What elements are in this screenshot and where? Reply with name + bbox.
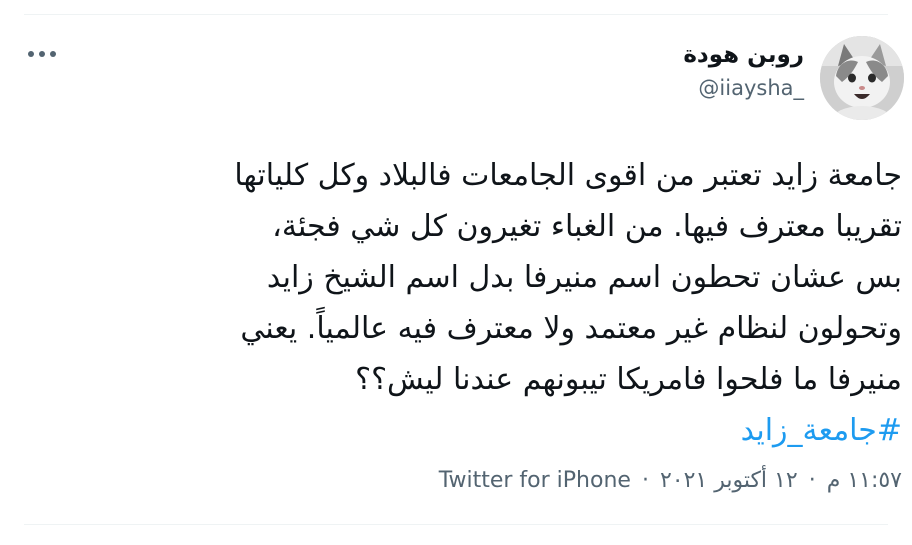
author-handle[interactable]: @iiaysha_	[683, 72, 804, 104]
author-info: روبن هودة @iiaysha_	[683, 38, 804, 104]
more-options-button[interactable]	[22, 40, 62, 68]
bottom-divider	[24, 524, 888, 525]
author-display-name[interactable]: روبن هودة	[683, 38, 804, 72]
hashtag-link[interactable]: #جامعة_زايد	[741, 413, 902, 448]
tweet-text-line: منيرفا ما فلحوا فامريكا تيبونهم عندنا لي…	[355, 362, 902, 397]
tweet-text-line: تقريبا معترف فيها. من الغباء تغيرون كل ش…	[272, 209, 902, 244]
top-divider	[24, 14, 888, 15]
more-dots-icon	[28, 51, 56, 57]
meta-separator: ·	[808, 468, 816, 493]
tweet-text-line: بس عشان تحطون اسم منيرفا بدل اسم الشيخ ز…	[266, 260, 902, 295]
tweet-source-link[interactable]: Twitter for iPhone	[439, 468, 631, 493]
tweet-date[interactable]: ١٢ أكتوبر ٢٠٢١	[660, 468, 798, 493]
cat-avatar-icon	[820, 36, 904, 120]
tweet-meta: ١١:٥٧ م · ١٢ أكتوبر ٢٠٢١ · Twitter for i…	[439, 463, 902, 499]
tweet-text-line: جامعة زايد تعتبر من اقوى الجامعات فالبلا…	[234, 158, 902, 193]
tweet-text-line: وتحولون لنظام غير معتمد ولا معترف فيه عا…	[240, 311, 902, 346]
tweet-text: جامعة زايد تعتبر من اقوى الجامعات فالبلا…	[22, 150, 902, 456]
meta-separator: ·	[641, 468, 649, 493]
tweet-time[interactable]: ١١:٥٧ م	[827, 468, 902, 493]
avatar[interactable]	[820, 36, 904, 120]
